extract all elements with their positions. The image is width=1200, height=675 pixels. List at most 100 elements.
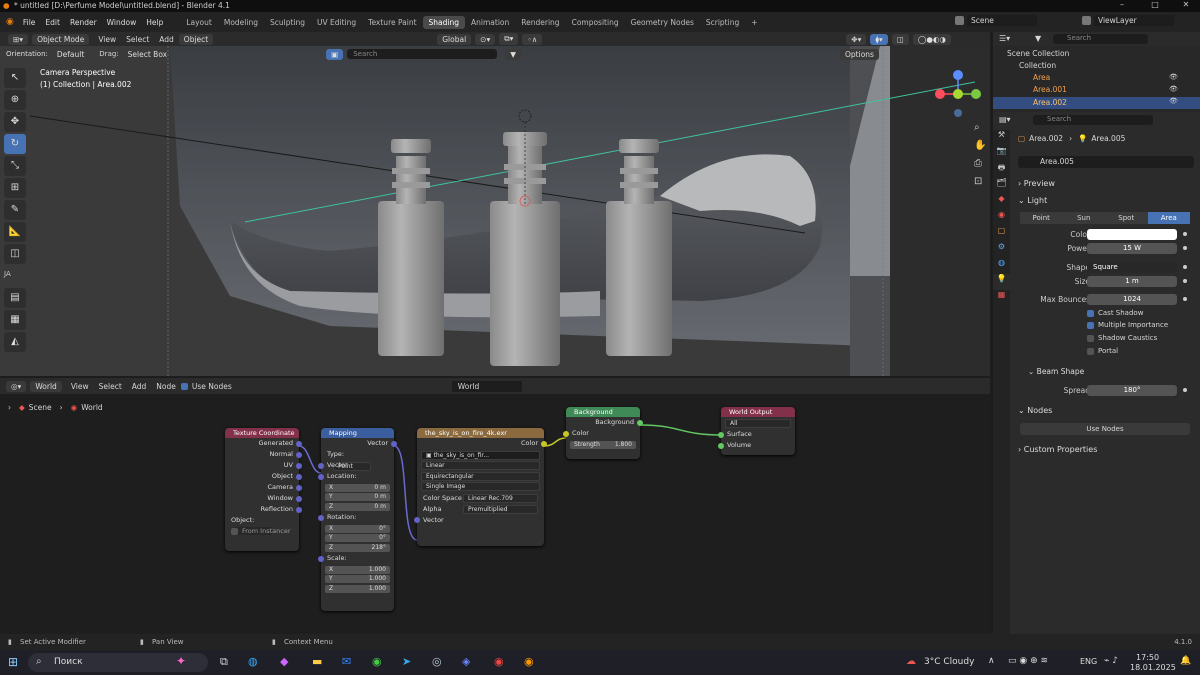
visibility-icon[interactable]: 👁 [1169, 97, 1178, 105]
outliner-filter-icon[interactable]: ▼ [1035, 34, 1041, 43]
explorer-icon[interactable]: ▬ [312, 655, 322, 668]
copilot-icon[interactable]: ◆ [280, 655, 288, 668]
close-icon[interactable]: ✕ [1176, 0, 1196, 9]
socket-icon[interactable] [318, 473, 324, 480]
network-volume-icons[interactable]: ⌁ ♪ [1104, 656, 1118, 666]
light-type-area[interactable]: Area [1147, 212, 1190, 224]
measure-tool-icon[interactable]: 📐 [4, 222, 26, 242]
view-layer-tab-icon[interactable]: 🗂 [993, 178, 1010, 194]
properties-editor-icon[interactable]: ▤▾ [999, 115, 1011, 124]
socket-icon[interactable] [414, 517, 420, 523]
socket-icon[interactable] [718, 431, 724, 438]
node-texture-coordinate[interactable]: Texture Coordinate Generated Normal UV O… [225, 428, 302, 551]
app-icon[interactable]: ◈ [462, 655, 470, 668]
node-background[interactable]: Background Background Color Strength 1.80… [563, 407, 643, 459]
checkbox-shadow-caustics[interactable]: Shadow Caustics [1087, 334, 1157, 342]
maximize-icon[interactable]: □ [1145, 0, 1165, 9]
viewport-menu-view[interactable]: View [93, 35, 121, 44]
socket-icon[interactable] [563, 430, 569, 437]
uv-tool-icon[interactable]: ◭ [4, 332, 26, 352]
tab-animation[interactable]: Animation [465, 16, 515, 29]
alpha-dropdown[interactable]: Premultiplied [463, 504, 538, 514]
pan-icon[interactable]: ✋ [974, 140, 986, 151]
checkbox-portal[interactable]: Portal [1087, 347, 1118, 355]
outliner-scene-collection[interactable]: Scene Collection [1007, 49, 1069, 58]
location-z-field[interactable]: Z 0 m [325, 502, 390, 511]
blender-taskbar-icon[interactable]: ◉ [524, 655, 534, 668]
side-tab-label[interactable]: JA [4, 270, 30, 278]
section-light[interactable]: ⌄ Light [1018, 196, 1047, 205]
object-tab-icon[interactable]: ▢ [993, 226, 1010, 242]
node-environment-texture[interactable]: the_sky_is_on_fire_4k.exr Color ▣ the_sk… [414, 428, 547, 546]
physics-tab-icon[interactable]: ◍ [993, 258, 1010, 274]
node-menu-add[interactable]: Add [127, 382, 152, 391]
rotation-y-field[interactable]: Y 0° [325, 534, 390, 542]
keyframe-dot-icon[interactable] [1183, 388, 1187, 392]
tab-layout[interactable]: Layout [180, 16, 218, 29]
node-editor[interactable]: › ◆ Scene › ◉ World Texture Coordinate G… [0, 394, 990, 634]
chrome-icon[interactable]: ◉ [372, 655, 382, 668]
menu-help[interactable]: Help [141, 18, 168, 27]
location-x-field[interactable]: X 0 m [325, 483, 390, 492]
menu-edit[interactable]: Edit [40, 18, 65, 27]
scale-x-field[interactable]: X 1.000 [325, 565, 390, 574]
from-instancer-row[interactable]: From Instancer [225, 526, 299, 537]
keyframe-dot-icon[interactable] [1183, 246, 1187, 250]
spread-field[interactable]: 180° [1087, 385, 1177, 396]
socket-icon[interactable] [637, 419, 643, 426]
transform-tool-icon[interactable]: ⊞ [4, 178, 26, 198]
rotate-tool-icon[interactable]: ↻ [4, 134, 26, 154]
options-dropdown[interactable]: Options [840, 48, 879, 60]
node-menu-node[interactable]: Node [151, 382, 181, 391]
pivot-icon[interactable]: ⊙▾ [475, 33, 496, 45]
world-tab-icon[interactable]: ◉ [993, 210, 1010, 226]
lock-camera-icon[interactable]: ⊡ [974, 176, 982, 187]
socket-icon[interactable] [296, 462, 302, 469]
checkbox-multiple-importance[interactable]: Multiple Importance [1087, 321, 1168, 329]
socket-icon[interactable] [318, 462, 324, 469]
viewport-search-input[interactable]: Search [347, 49, 498, 59]
section-beam-shape[interactable]: ⌄ Beam Shape [1028, 367, 1084, 376]
shading-modes-icon[interactable]: ◯●◐◑ [912, 33, 951, 45]
3d-viewport[interactable]: Camera Perspective (1) Collection | Area… [0, 46, 990, 376]
socket-icon[interactable] [296, 473, 302, 480]
target-dropdown[interactable]: All [725, 418, 791, 428]
proportional-icon[interactable]: ◦∧ [522, 33, 543, 45]
socket-icon[interactable] [296, 506, 302, 513]
node-mapping[interactable]: Mapping Vector Type:Point Vector Locatio… [318, 428, 397, 611]
weather-label[interactable]: 3°C Cloudy [924, 657, 974, 667]
visibility-icon[interactable]: 👁 [1169, 73, 1178, 81]
tab-shading[interactable]: Shading [422, 15, 466, 29]
tab-uv-editing[interactable]: UV Editing [311, 16, 362, 29]
socket-icon[interactable] [296, 495, 302, 502]
tab-sculpting[interactable]: Sculpting [264, 16, 311, 29]
mode-selector[interactable]: Object Mode [32, 33, 90, 45]
light-type-sun[interactable]: Sun [1062, 212, 1105, 224]
viewport-menu-add[interactable]: Add [154, 35, 179, 44]
light-data-tab-icon[interactable]: 💡 [993, 274, 1010, 290]
scene-selector[interactable]: Scene [955, 15, 1037, 26]
menu-file[interactable]: File [18, 18, 41, 27]
scale-tool-icon[interactable]: ⤡ [4, 156, 26, 176]
add-workspace-icon[interactable]: + [745, 16, 763, 29]
tab-rendering[interactable]: Rendering [515, 16, 565, 29]
use-nodes-checkbox[interactable]: Use Nodes [180, 382, 232, 391]
camera-view-icon[interactable]: ⎙ [974, 158, 982, 169]
color-space-dropdown[interactable]: Linear Rec.709 [463, 493, 538, 503]
output-tab-icon[interactable]: 🖶 [993, 162, 1010, 178]
light-type-point[interactable]: Point [1020, 212, 1063, 224]
light-datablock-field[interactable]: Area.005 [1018, 156, 1194, 168]
drag-dropdown[interactable]: Select Box [123, 49, 172, 60]
steam-icon[interactable]: ◎ [432, 655, 442, 668]
node-world-output[interactable]: World Output All Surface Volume [718, 407, 795, 455]
texture-tab-icon[interactable]: ▦ [993, 290, 1010, 306]
use-nodes-button[interactable]: Use Nodes [1020, 423, 1190, 435]
socket-icon[interactable] [318, 555, 324, 562]
socket-icon[interactable] [296, 484, 302, 491]
notification-icon[interactable]: 🔔 [1180, 656, 1191, 666]
tray-chevron-icon[interactable]: ∧ [988, 656, 995, 666]
visibility-icon[interactable]: 👁 [1169, 85, 1178, 93]
section-custom-properties[interactable]: › Custom Properties [1018, 445, 1097, 454]
node-editor-type-icon[interactable]: ◎▾ [6, 380, 27, 392]
scale-y-field[interactable]: Y 1.000 [325, 575, 390, 583]
